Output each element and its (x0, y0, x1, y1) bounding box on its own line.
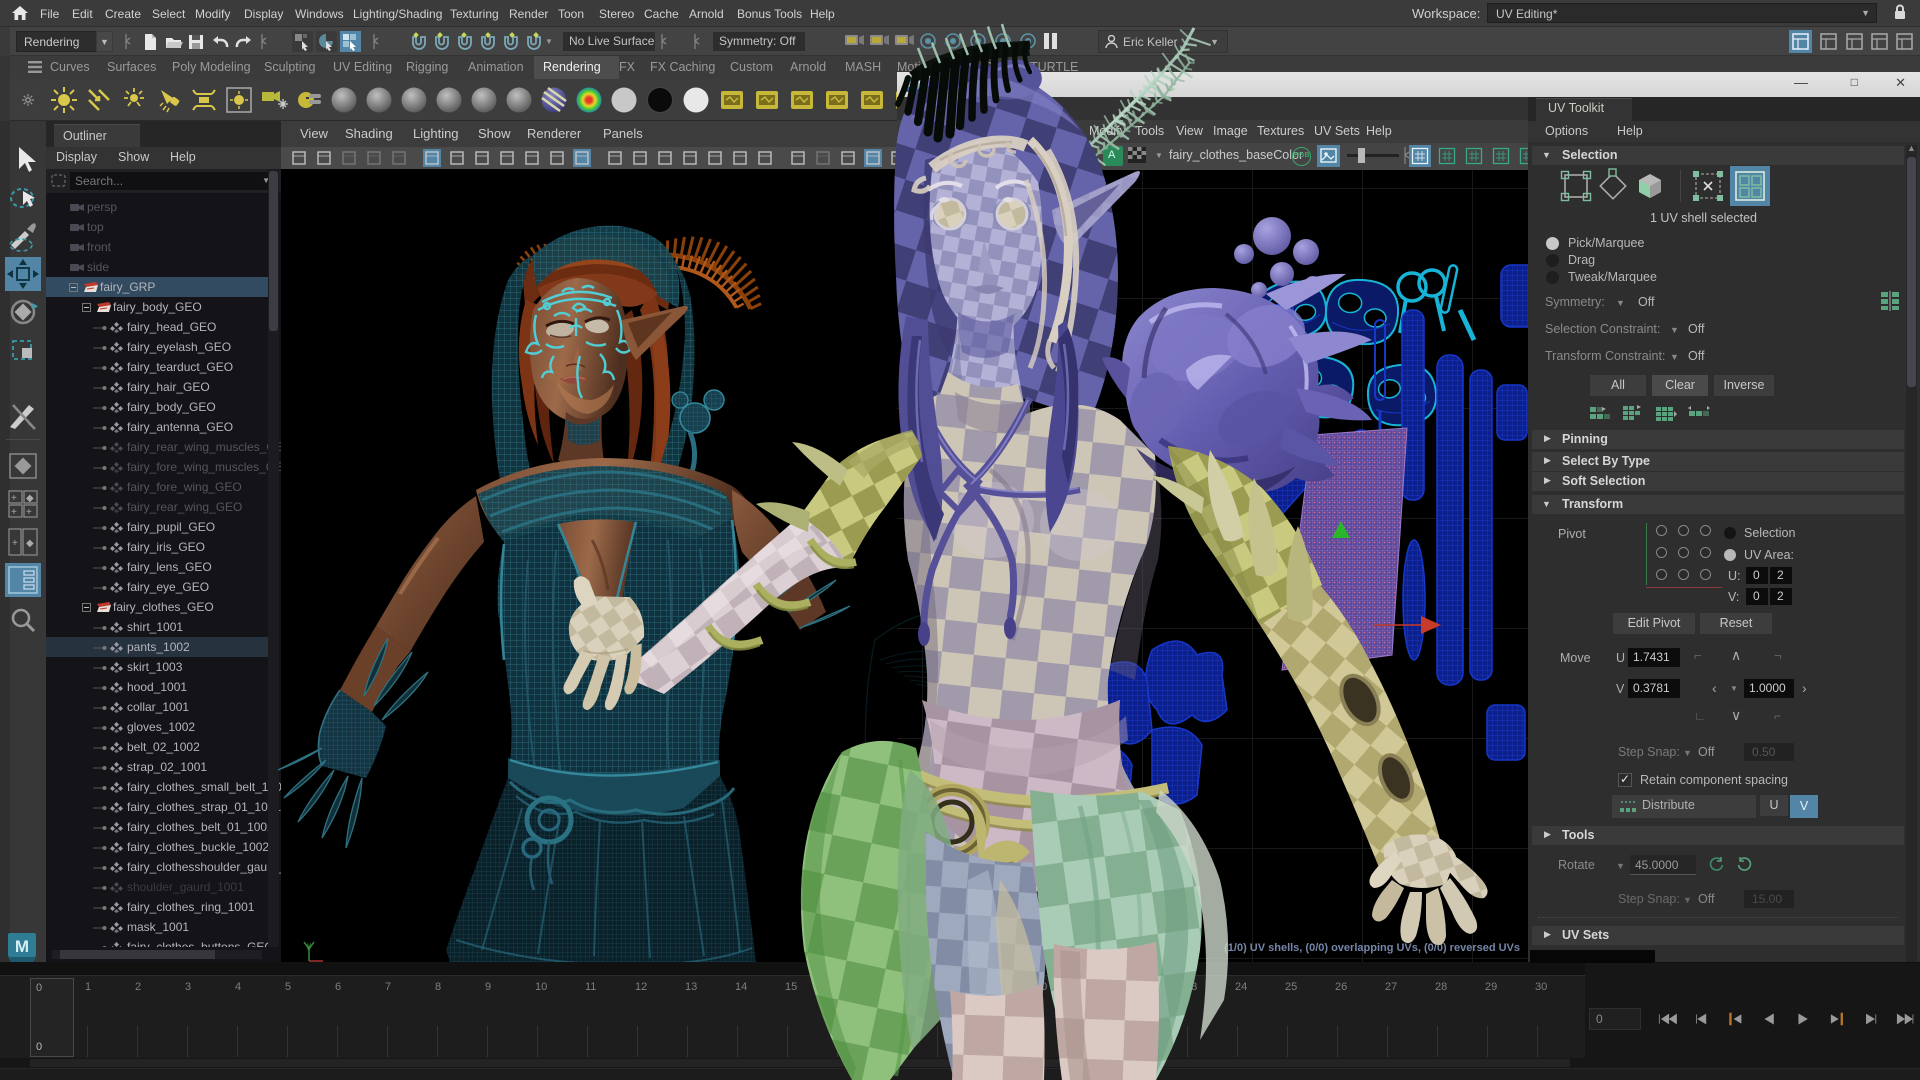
svg-text:M: M (15, 937, 29, 956)
svg-text:◆: ◆ (26, 493, 34, 504)
svg-text:◆: ◆ (26, 538, 34, 549)
svg-text:+: + (26, 507, 32, 518)
svg-text:+: + (11, 507, 17, 518)
svg-text:+: + (11, 493, 17, 504)
svg-text:+: + (12, 538, 18, 549)
